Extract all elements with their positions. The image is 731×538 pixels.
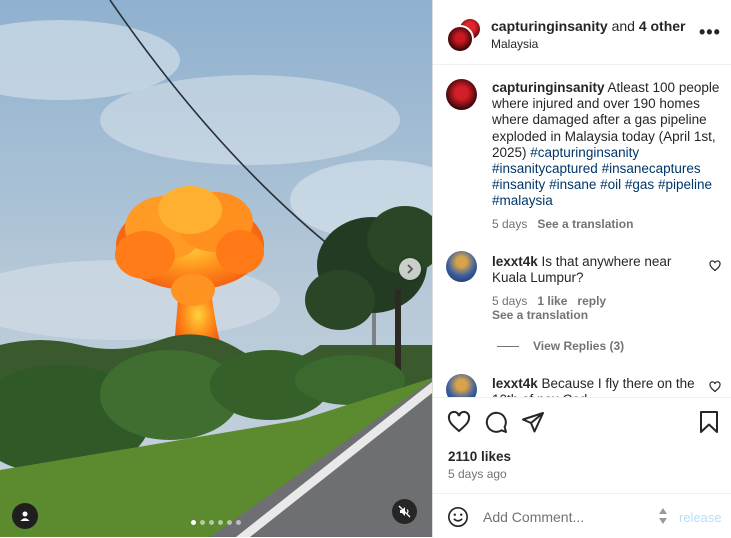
comment: lexxt4k Because I fly there on the 10th … bbox=[492, 376, 697, 397]
next-slide-button[interactable] bbox=[399, 258, 421, 280]
caption-username[interactable]: capturinginsanity bbox=[492, 80, 605, 95]
see-translation-link[interactable]: See a translation bbox=[492, 308, 588, 322]
comment-username[interactable]: lexxt4k bbox=[492, 376, 538, 391]
reply-button[interactable]: reply bbox=[577, 294, 606, 308]
carousel-dot bbox=[218, 520, 223, 525]
author-username[interactable]: capturinginsanity bbox=[491, 18, 608, 34]
hashtag-link[interactable]: #capturinginsanity bbox=[530, 145, 639, 160]
more-options-button[interactable]: ••• bbox=[699, 22, 721, 43]
next-arrow-icon bbox=[407, 264, 414, 274]
comment-translate: See a translation bbox=[492, 308, 588, 322]
caption: capturinginsanity Atleast 100 people whe… bbox=[492, 80, 722, 210]
post-header: capturinginsanity and 4 other us Malaysi… bbox=[433, 0, 731, 65]
hashtag-link[interactable]: #insanitycaptured bbox=[492, 161, 598, 176]
avatar bbox=[446, 25, 474, 53]
explosion-video-frame bbox=[0, 0, 432, 537]
caption-age: 5 days bbox=[492, 217, 528, 231]
coauthor-connector: and bbox=[611, 18, 635, 34]
more-icon: ••• bbox=[699, 22, 721, 42]
post-media[interactable] bbox=[0, 0, 432, 537]
like-comment-heart-icon[interactable] bbox=[709, 260, 721, 272]
carousel-dot bbox=[227, 520, 232, 525]
comment-meta: 5 days 1 like reply bbox=[492, 294, 606, 308]
bookmark-icon[interactable] bbox=[699, 410, 719, 434]
comment-icon[interactable] bbox=[484, 410, 508, 434]
post-actions: 2110 likes 5 days ago bbox=[433, 397, 731, 494]
post-comment-button[interactable]: release bbox=[679, 510, 722, 525]
carousel-dot bbox=[200, 520, 205, 525]
view-replies-button[interactable]: View Replies (3) bbox=[497, 339, 624, 353]
comment-age: 5 days bbox=[492, 294, 528, 308]
comment: lexxt4k Is that anywhere near Kuala Lump… bbox=[492, 254, 697, 286]
emoji-icon[interactable] bbox=[447, 506, 469, 528]
comment-avatar[interactable] bbox=[446, 374, 477, 397]
comment-username[interactable]: lexxt4k bbox=[492, 254, 538, 269]
user-tag-icon bbox=[20, 511, 30, 521]
mute-icon bbox=[398, 505, 411, 518]
heart-icon[interactable] bbox=[447, 410, 471, 434]
comments-list[interactable]: capturinginsanity Atleast 100 people whe… bbox=[433, 65, 731, 397]
comment-input[interactable]: Add Comment... bbox=[483, 509, 584, 525]
hashtag-link[interactable]: #pipeline bbox=[658, 177, 712, 192]
hashtag-link[interactable]: #oil bbox=[600, 177, 621, 192]
coauthor-avatars[interactable] bbox=[446, 17, 482, 53]
replies-line bbox=[497, 345, 519, 347]
mute-button[interactable] bbox=[392, 499, 417, 524]
carousel-dot bbox=[236, 520, 241, 525]
tagged-users-button[interactable] bbox=[12, 503, 38, 529]
hashtag-link[interactable]: #gas bbox=[625, 177, 654, 192]
post-location[interactable]: Malaysia bbox=[491, 37, 538, 51]
carousel-dot bbox=[209, 520, 214, 525]
hashtag-link[interactable]: #insanity bbox=[492, 177, 545, 192]
coauthors-link[interactable]: 4 other us bbox=[639, 18, 687, 34]
likes-count[interactable]: 2110 likes bbox=[448, 449, 511, 464]
view-replies-label: View Replies (3) bbox=[533, 339, 625, 353]
hashtag-link[interactable]: #insane bbox=[549, 177, 596, 192]
hashtag-link[interactable]: #malaysia bbox=[492, 193, 553, 208]
carousel-indicator bbox=[191, 520, 241, 525]
post-details-panel: capturinginsanity and 4 other us Malaysi… bbox=[432, 0, 731, 537]
caption-avatar[interactable] bbox=[446, 79, 477, 110]
comment-likes[interactable]: 1 like bbox=[537, 294, 567, 308]
see-translation-link[interactable]: See a translation bbox=[537, 217, 633, 231]
scroll-arrows-icon bbox=[659, 508, 667, 524]
share-icon[interactable] bbox=[521, 410, 545, 434]
hashtag-link[interactable]: #insanecaptures bbox=[602, 161, 701, 176]
like-comment-heart-icon[interactable] bbox=[709, 381, 721, 393]
carousel-dot bbox=[191, 520, 196, 525]
post-author[interactable]: capturinginsanity and 4 other us bbox=[491, 18, 687, 34]
caption-meta: 5 days See a translation bbox=[492, 217, 633, 231]
comment-avatar[interactable] bbox=[446, 251, 477, 282]
post-timestamp[interactable]: 5 days ago bbox=[448, 467, 507, 481]
add-comment-bar: Add Comment... release bbox=[433, 493, 731, 538]
